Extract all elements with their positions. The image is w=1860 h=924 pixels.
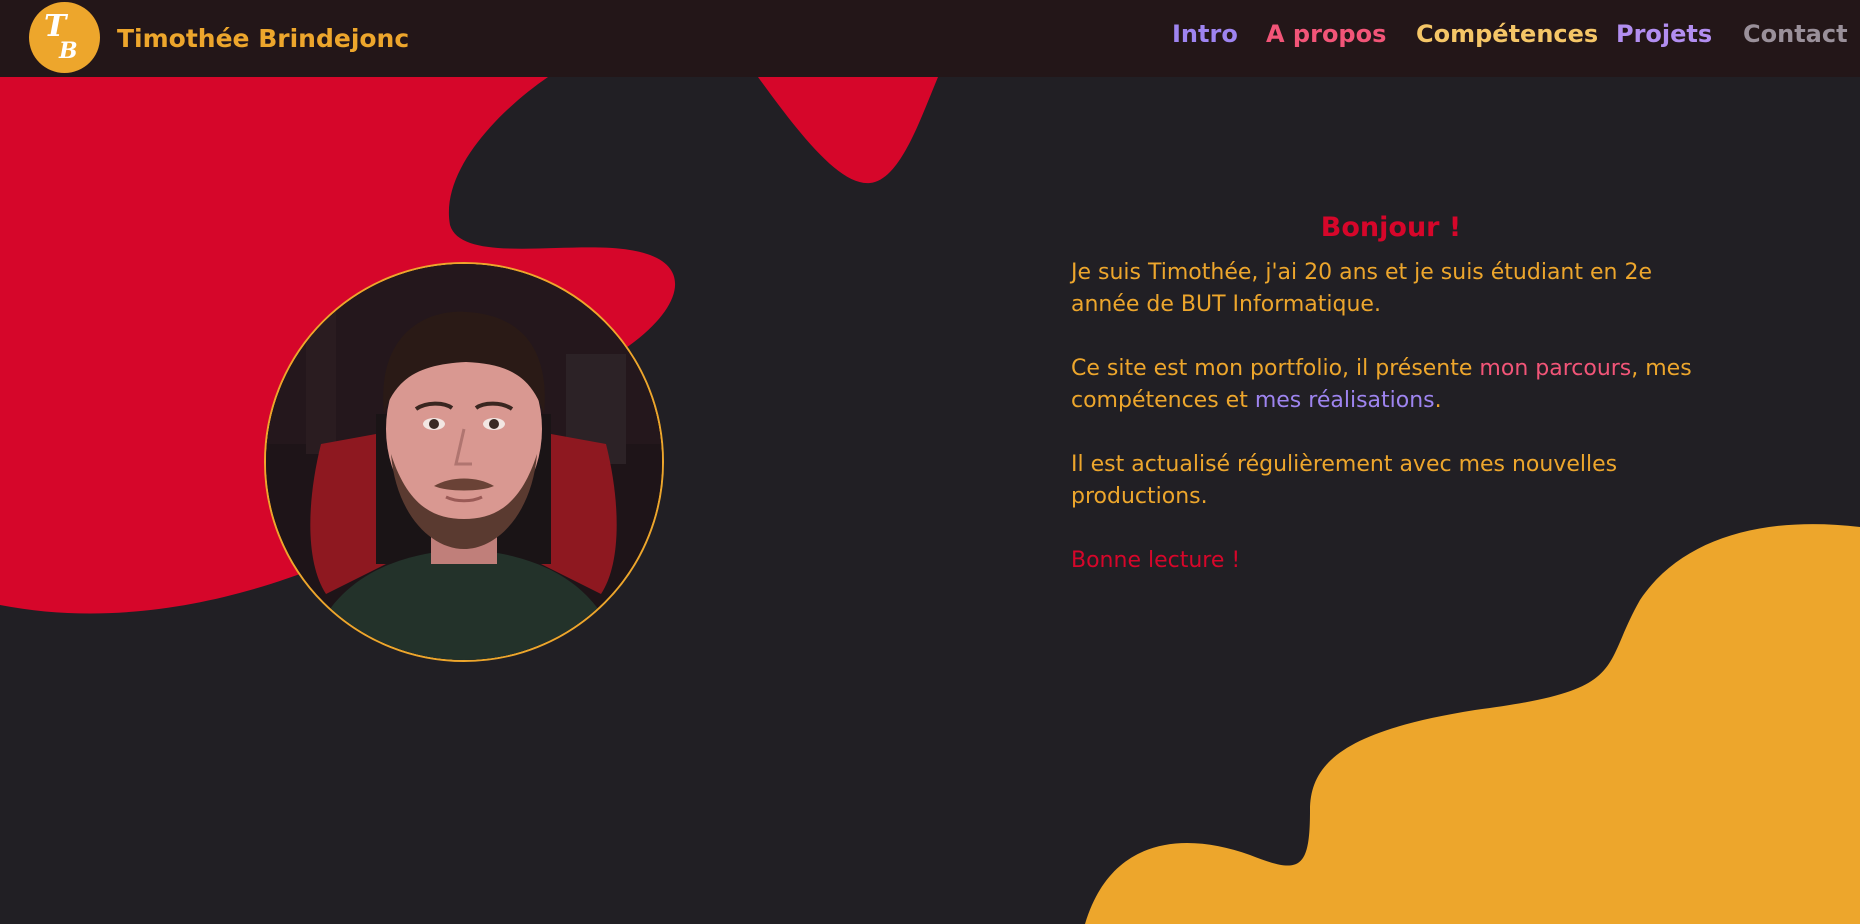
intro-text: Bonjour ! Je suis Timothée, j'ai 20 ans … bbox=[1071, 212, 1711, 577]
profile-photo bbox=[264, 262, 664, 662]
portfolio-page: T B Timothée Brindejonc Intro A propos C… bbox=[0, 0, 1860, 924]
brand-name[interactable]: Timothée Brindejonc bbox=[117, 24, 409, 53]
nav-link-competences[interactable]: Compétences bbox=[1416, 20, 1598, 48]
para2-text-end: . bbox=[1434, 388, 1442, 413]
mon-parcours-link[interactable]: mon parcours bbox=[1479, 356, 1631, 381]
red-drip-shape bbox=[758, 77, 938, 184]
logo-monogram-icon: T B bbox=[44, 9, 78, 64]
greeting-heading: Bonjour ! bbox=[1320, 212, 1462, 243]
mes-realisations-link[interactable]: mes réalisations bbox=[1255, 388, 1435, 413]
intro-paragraph-1: Je suis Timothée, j'ai 20 ans et je suis… bbox=[1071, 260, 1652, 317]
top-navbar: T B Timothée Brindejonc Intro A propos C… bbox=[0, 0, 1860, 77]
para2-text-before: Ce site est mon portfolio, il présente bbox=[1071, 356, 1480, 381]
nav-link-intro[interactable]: Intro bbox=[1172, 20, 1238, 48]
svg-text:B: B bbox=[58, 38, 78, 64]
brand-logo[interactable]: T B bbox=[29, 2, 100, 73]
intro-paragraph-2: Ce site est mon portfolio, il présente m… bbox=[1071, 353, 1711, 417]
orange-blob-shape bbox=[1085, 524, 1860, 924]
nav-link-projets[interactable]: Projets bbox=[1616, 20, 1712, 48]
intro-paragraph-3: Il est actualisé régulièrement avec mes … bbox=[1071, 452, 1618, 509]
nav-link-a-propos[interactable]: A propos bbox=[1266, 20, 1386, 48]
closing-text: Bonne lecture ! bbox=[1071, 548, 1241, 573]
portrait-illustration bbox=[266, 264, 662, 660]
nav-link-contact[interactable]: Contact bbox=[1743, 20, 1848, 48]
